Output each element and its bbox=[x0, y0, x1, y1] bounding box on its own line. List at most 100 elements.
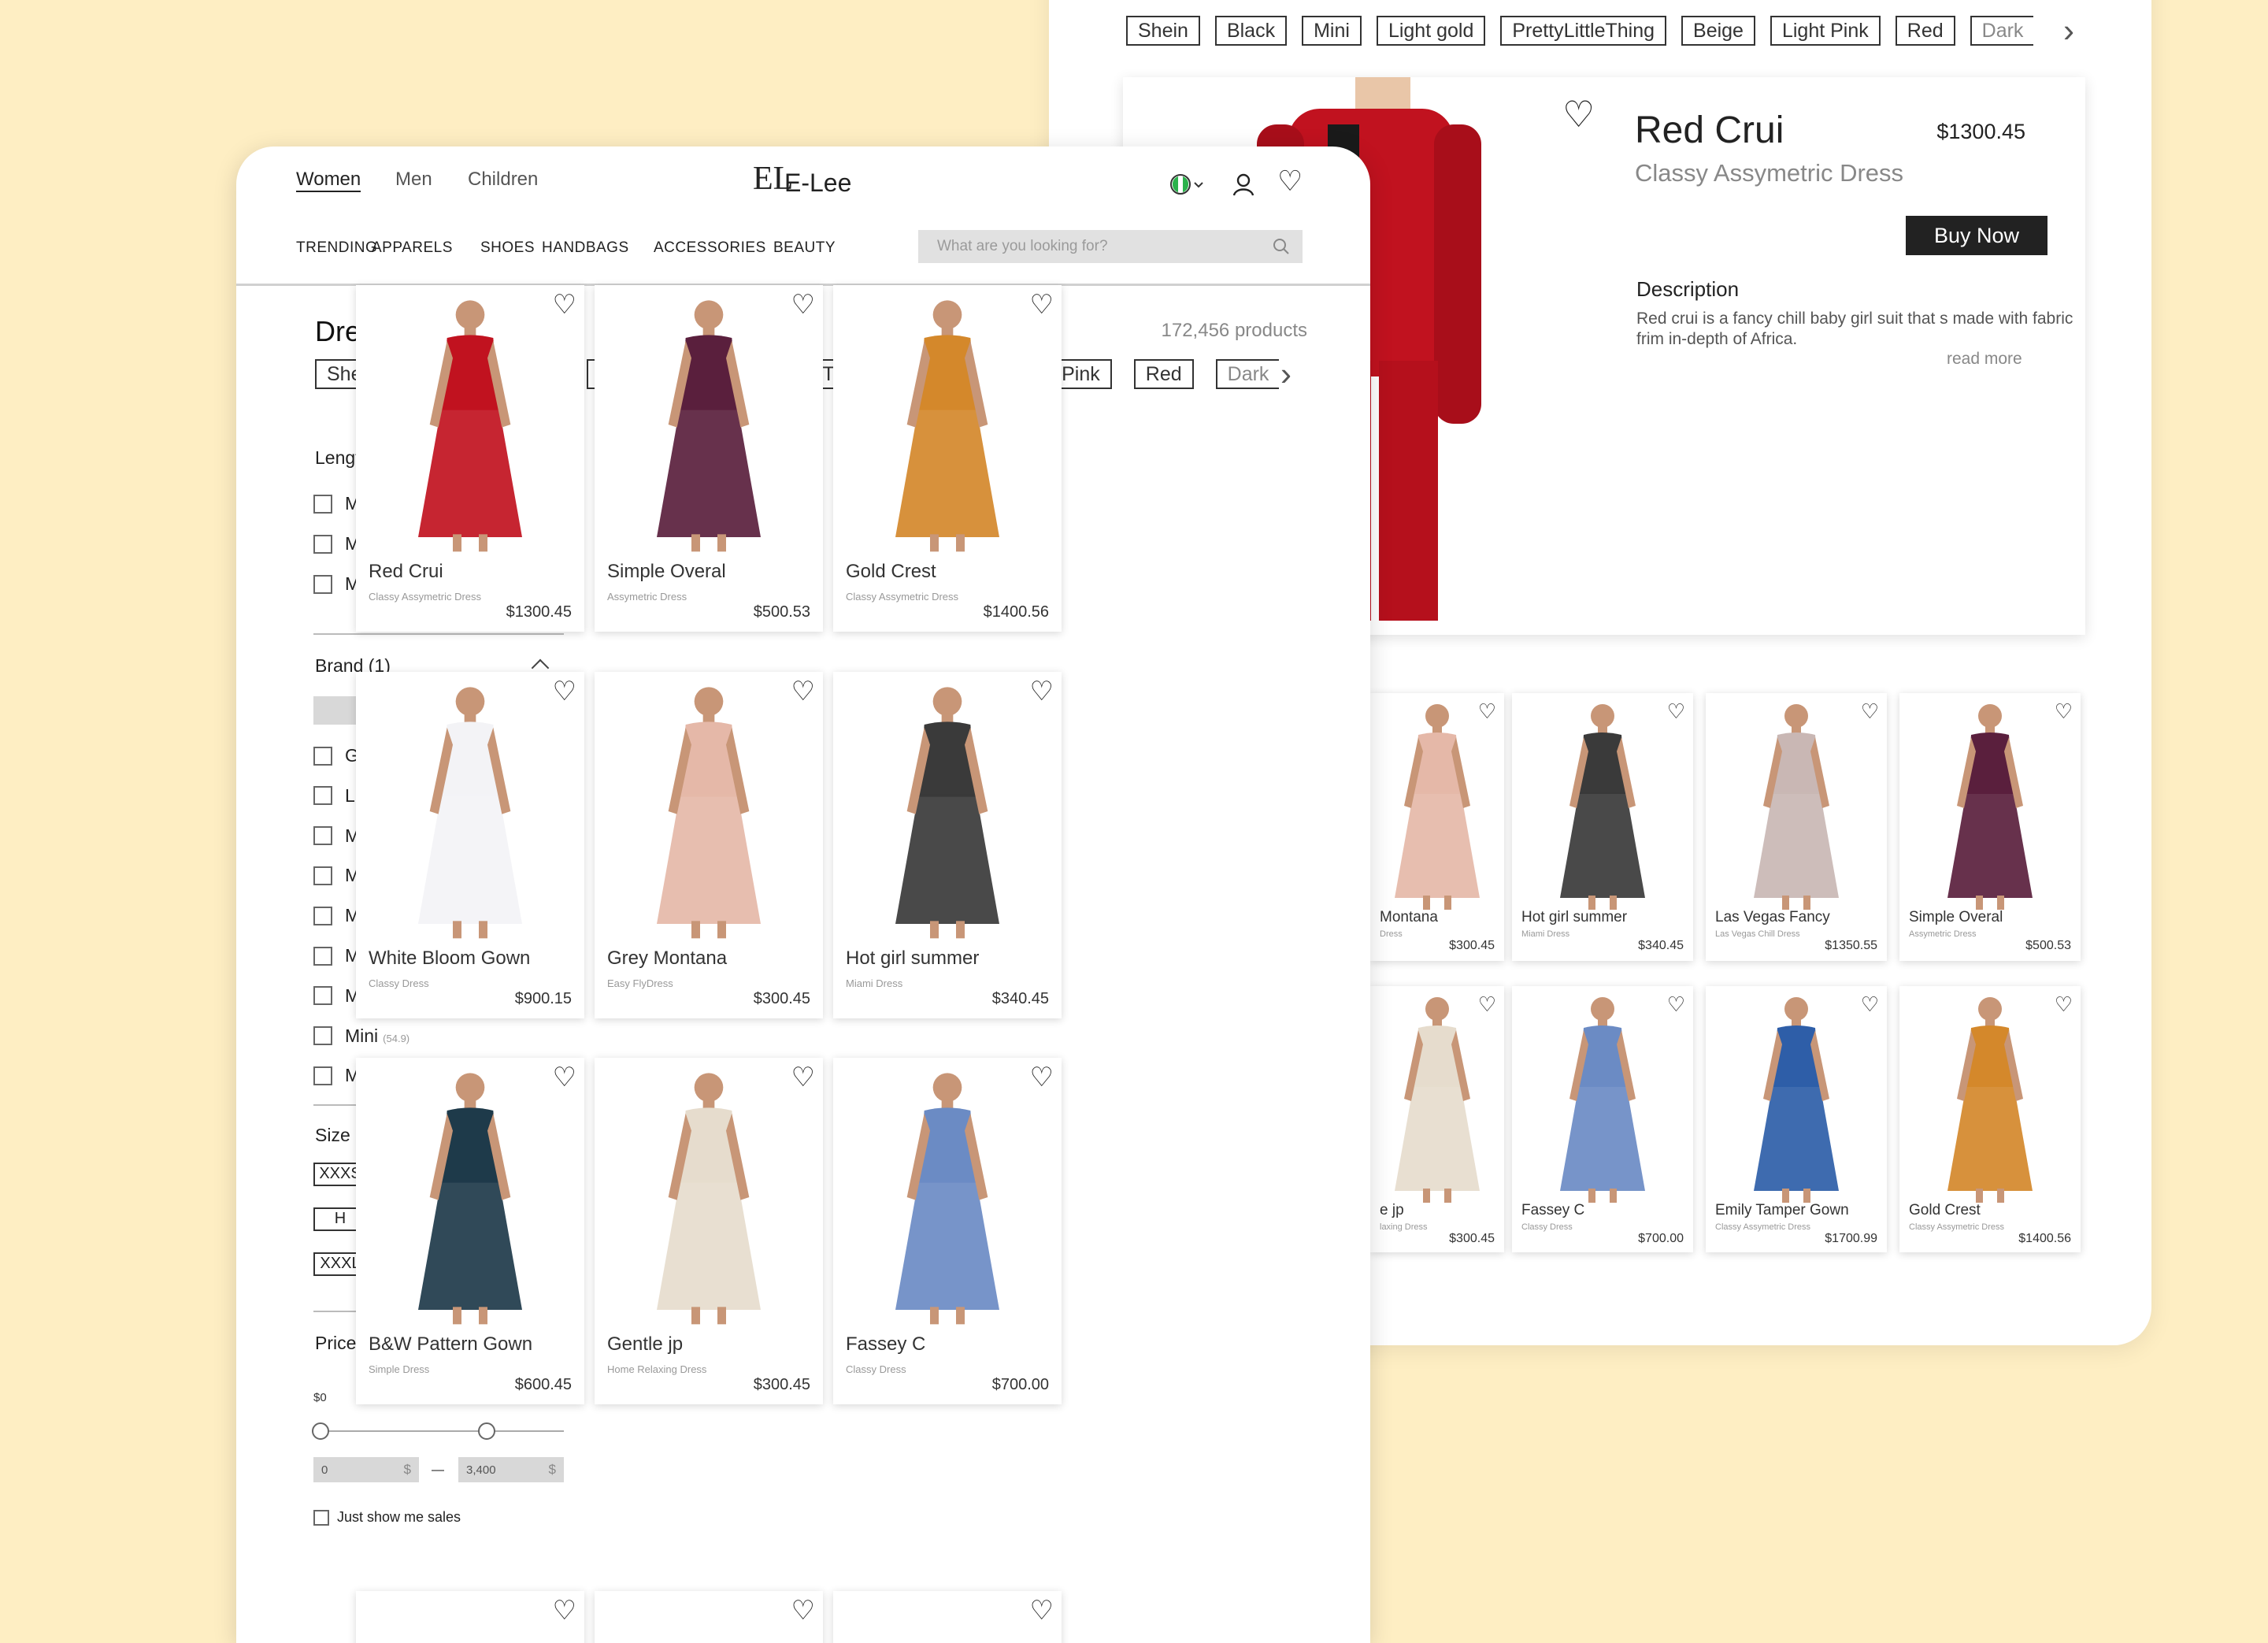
product-image[interactable] bbox=[384, 295, 557, 558]
checkbox[interactable] bbox=[313, 1509, 329, 1526]
checkbox[interactable] bbox=[313, 946, 332, 966]
product-image[interactable] bbox=[384, 681, 557, 945]
product-card[interactable]: ♡ B&W Pattern Gown Simple Dress $600.45 bbox=[356, 1058, 584, 1404]
product-image[interactable] bbox=[622, 681, 795, 945]
category-apparels[interactable]: APPARELS bbox=[372, 239, 453, 257]
checkbox[interactable] bbox=[313, 986, 332, 1006]
heart-icon[interactable]: ♡ bbox=[1562, 93, 1595, 135]
heart-icon[interactable]: ♡ bbox=[1030, 291, 1054, 318]
checkbox[interactable] bbox=[313, 906, 332, 925]
product-card[interactable]: ♡ Simple Overal Assymetric Dress $500.53 bbox=[1899, 693, 2081, 961]
heart-icon[interactable]: ♡ bbox=[1861, 701, 1879, 721]
product-card[interactable]: ♡ Fassey C Classy Dress $700.00 bbox=[833, 1058, 1062, 1404]
user-icon[interactable] bbox=[1232, 173, 1255, 197]
product-card[interactable]: ♡ Grey Montana Easy FlyDress $300.45 bbox=[595, 672, 823, 1018]
checkbox[interactable] bbox=[313, 1066, 332, 1085]
product-image[interactable] bbox=[1540, 992, 1666, 1209]
product-card[interactable]: ♡ Emily Tamper Gown Classy Assymetric Dres… bbox=[1706, 986, 1887, 1252]
product-image[interactable] bbox=[384, 1067, 557, 1331]
category-shoes[interactable]: SHOES bbox=[480, 239, 535, 257]
search-input[interactable]: What are you looking for? bbox=[918, 230, 1303, 263]
filter-chip[interactable]: Dark bbox=[1970, 16, 2034, 46]
category-trending[interactable]: TRENDING bbox=[296, 239, 377, 257]
nav-women[interactable]: Women bbox=[296, 169, 361, 192]
checkbox[interactable] bbox=[313, 494, 332, 514]
product-image[interactable] bbox=[622, 1067, 795, 1331]
heart-icon[interactable]: ♡ bbox=[791, 1597, 815, 1624]
product-image[interactable] bbox=[1927, 699, 2053, 916]
heart-icon[interactable]: ♡ bbox=[791, 291, 815, 318]
filter-chip[interactable]: PrettyLittleThing bbox=[1500, 16, 1667, 46]
category-accessories[interactable]: ACCESSORIES bbox=[654, 239, 766, 257]
price-input[interactable]: 3,400 $ bbox=[458, 1457, 564, 1482]
heart-icon[interactable]: ♡ bbox=[2055, 701, 2073, 721]
filter-chip[interactable]: Mini bbox=[1302, 16, 1362, 46]
product-card[interactable]: ♡ Hot girl summer Miami Dress $340.45 bbox=[833, 672, 1062, 1018]
heart-icon[interactable]: ♡ bbox=[791, 1064, 815, 1091]
category-handbags[interactable]: HANDBAGS bbox=[542, 239, 629, 257]
heart-icon[interactable]: ♡ bbox=[1478, 701, 1496, 721]
checkbox[interactable] bbox=[313, 574, 332, 594]
product-card[interactable]: ♡ Montana Dress $300.45 bbox=[1370, 693, 1504, 961]
filter-chip[interactable]: Red bbox=[1895, 16, 1955, 46]
product-card[interactable]: ♡ Simple Overal Assymetric Dress $500.53 bbox=[595, 285, 823, 632]
heart-icon[interactable]: ♡ bbox=[553, 291, 576, 318]
sales-toggle[interactable]: Just show me sales bbox=[313, 1509, 461, 1526]
chevron-right-icon[interactable]: › bbox=[2063, 14, 2074, 47]
price-slider[interactable] bbox=[312, 1422, 564, 1440]
filter-chip[interactable]: Shein bbox=[1126, 16, 1200, 46]
product-image[interactable] bbox=[1733, 992, 1859, 1209]
nav-men[interactable]: Men bbox=[395, 169, 432, 191]
product-card[interactable]: ♡ Gold Crest Classy Assymetric Dress $1400.… bbox=[833, 285, 1062, 632]
product-image[interactable] bbox=[1374, 699, 1500, 916]
heart-icon[interactable]: ♡ bbox=[1030, 1597, 1054, 1624]
heart-icon[interactable]: ♡ bbox=[1030, 1064, 1054, 1091]
filter-chip[interactable]: Light gold bbox=[1376, 16, 1486, 46]
slider-handle-max[interactable] bbox=[477, 1422, 495, 1440]
filter-heading[interactable]: Size bbox=[315, 1125, 350, 1146]
slider-handle-min[interactable] bbox=[312, 1422, 329, 1440]
nav-children[interactable]: Children bbox=[468, 169, 538, 191]
checkbox[interactable] bbox=[313, 786, 332, 806]
heart-icon[interactable]: ♡ bbox=[1667, 994, 1685, 1014]
checkbox[interactable] bbox=[313, 1026, 332, 1046]
checkbox[interactable] bbox=[313, 826, 332, 846]
price-input[interactable]: 0 $ bbox=[313, 1457, 419, 1482]
heart-icon[interactable]: ♡ bbox=[553, 678, 576, 705]
product-card[interactable]: ♡ White Bloom Gown Classy Dress $900.15 bbox=[356, 672, 584, 1018]
product-image[interactable] bbox=[622, 295, 795, 558]
product-card[interactable]: ♡ Fassey C Classy Dress $700.00 bbox=[1512, 986, 1693, 1252]
product-image[interactable] bbox=[1540, 699, 1666, 916]
buy-now-button[interactable]: Buy Now bbox=[1906, 216, 2048, 255]
product-card[interactable]: ♡ Gold Crest Classy Assymetric Dress $1400.… bbox=[1899, 986, 2081, 1252]
category-beauty[interactable]: BEAUTY bbox=[773, 239, 836, 257]
filter-chip[interactable]: Light Pink bbox=[1770, 16, 1881, 46]
read-more-link[interactable]: read more bbox=[1947, 350, 2022, 369]
filter-chip[interactable]: Red bbox=[1133, 359, 1194, 389]
heart-icon[interactable]: ♡ bbox=[553, 1064, 576, 1091]
brand-option[interactable]: Mini (54.9) bbox=[313, 1025, 410, 1047]
heart-icon[interactable]: ♡ bbox=[1667, 701, 1685, 721]
product-image[interactable] bbox=[861, 295, 1034, 558]
product-image[interactable] bbox=[1733, 699, 1859, 916]
checkbox[interactable] bbox=[313, 866, 332, 885]
heart-icon[interactable]: ♡ bbox=[1861, 994, 1879, 1014]
checkbox[interactable] bbox=[313, 534, 332, 554]
product-card[interactable]: ♡ Gentle jp Home Relaxing Dress $300.45 bbox=[595, 1058, 823, 1404]
product-image[interactable] bbox=[1374, 992, 1500, 1209]
flag-icon[interactable] bbox=[1169, 173, 1208, 198]
product-card[interactable]: ♡ bbox=[356, 1591, 584, 1643]
heart-icon[interactable]: ♡ bbox=[2055, 994, 2073, 1014]
chevron-right-icon[interactable]: › bbox=[1280, 358, 1292, 391]
product-image[interactable] bbox=[1927, 992, 2053, 1209]
product-card[interactable]: ♡ Hot girl summer Miami Dress $340.45 bbox=[1512, 693, 1693, 961]
heart-icon[interactable]: ♡ bbox=[1478, 994, 1496, 1014]
product-card[interactable]: ♡ bbox=[833, 1591, 1062, 1643]
product-card[interactable]: ♡ Las Vegas Fancy Las Vegas Chill Dress $13… bbox=[1706, 693, 1887, 961]
heart-icon[interactable]: ♡ bbox=[1030, 678, 1054, 705]
filter-chip[interactable]: Beige bbox=[1681, 16, 1755, 46]
product-card[interactable]: ♡ bbox=[595, 1591, 823, 1643]
filter-chip[interactable]: Black bbox=[1214, 16, 1288, 46]
product-image[interactable] bbox=[861, 681, 1034, 945]
search-icon[interactable] bbox=[1273, 238, 1290, 255]
